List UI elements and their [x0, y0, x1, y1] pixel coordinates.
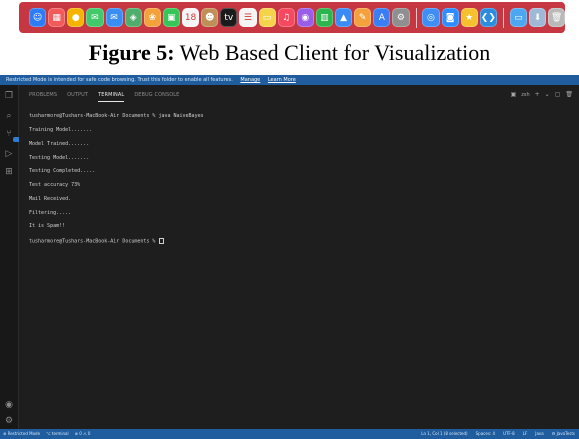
split-terminal-icon[interactable]: ▢	[555, 90, 561, 100]
mail-icon[interactable]: ✉	[105, 8, 123, 27]
account-icon[interactable]: ◉	[4, 400, 14, 410]
tab-problems[interactable]: PROBLEMS	[29, 90, 57, 102]
status-indentation[interactable]: Spaces: 4	[476, 429, 495, 439]
terminal-panel: PROBLEMS OUTPUT TERMINAL DEBUG CONSOLE ▣…	[19, 85, 579, 429]
status-language[interactable]: Java	[535, 429, 543, 439]
status-left: ⊗ Restricted Mode ⌥ terminal ⊗ 0 ⚠ 0	[3, 429, 90, 439]
terminal-line: Test accuracy 73%	[29, 182, 81, 189]
restricted-mode-banner: Restricted Mode is intended for safe cod…	[0, 75, 579, 85]
status-java-tests[interactable]: ⚙ JavaTests	[552, 429, 575, 439]
search-icon[interactable]: ⌕	[4, 111, 14, 121]
terminal-line: It is Spam!!	[29, 223, 66, 230]
terminal-dropdown-icon[interactable]: ⌄	[545, 90, 550, 100]
keynote-icon[interactable]: ▲	[335, 8, 353, 27]
status-terminal[interactable]: ⌥ terminal	[46, 429, 69, 439]
kill-terminal-icon[interactable]: 🗑	[565, 90, 573, 100]
zoom-icon[interactable]: ◙	[441, 8, 459, 27]
status-encoding[interactable]: UTF-8	[503, 429, 515, 439]
terminal-output[interactable]: tusharmore@Tushars-MacBook-Air Documents…	[29, 105, 569, 405]
new-terminal-button[interactable]: +	[535, 90, 540, 100]
contacts-icon[interactable]: ☻	[201, 8, 219, 27]
music-icon[interactable]: ♫	[277, 8, 295, 27]
system-settings-icon[interactable]: ⚙	[392, 8, 410, 27]
tab-terminal[interactable]: TERMINAL	[98, 90, 125, 102]
status-problems[interactable]: ⊗ 0 ⚠ 0	[75, 429, 91, 439]
dock: ☺ ▦ ● ✉ ✉ ◈ ❀ ▣ 18 ☻ tv ☰ ▭ ♫ ◉ ▥ ▲ ✎ A ⚙ ◎ ◙ ★ ❮❯ ▭ ⬇ 🗑	[19, 2, 566, 33]
safari-icon[interactable]: ◎	[422, 8, 440, 27]
pages-icon[interactable]: ✎	[354, 8, 372, 27]
dock-separator	[502, 7, 504, 28]
calendar-icon[interactable]: 18	[182, 8, 200, 27]
terminal-line: Mail Received.	[29, 195, 72, 202]
status-bar: ⊗ Restricted Mode ⌥ terminal ⊗ 0 ⚠ 0 Ln …	[0, 429, 579, 439]
explorer-icon[interactable]: ❐	[4, 91, 14, 101]
run-debug-icon[interactable]: ▷	[4, 149, 14, 159]
notes-icon[interactable]: ▭	[258, 8, 276, 27]
numbers-icon[interactable]: ▥	[315, 8, 333, 27]
status-right: Ln 1, Col 1 (8 selected) Spaces: 4 UTF-8…	[421, 429, 575, 439]
terminal-shell-label[interactable]: zsh	[521, 90, 529, 100]
terminal-line: Filtering.....	[29, 209, 72, 216]
messages-icon[interactable]: ✉	[86, 8, 104, 27]
folder-icon[interactable]: ▭	[509, 8, 527, 27]
learn-more-link[interactable]: Learn More	[268, 77, 296, 83]
dock-separator	[415, 7, 417, 28]
podcasts-icon[interactable]: ◉	[296, 8, 314, 27]
terminal-line: Testing Model.......	[29, 154, 90, 161]
terminal-shell-icon: ▣	[510, 91, 517, 98]
vscode-window: Restricted Mode is intended for safe cod…	[0, 75, 579, 439]
photos-icon[interactable]: ❀	[143, 8, 161, 27]
dock-area: ☺ ▦ ● ✉ ✉ ◈ ❀ ▣ 18 ☻ tv ☰ ▭ ♫ ◉ ▥ ▲ ✎ A ⚙ ◎ ◙ ★ ❮❯ ▭ ⬇ 🗑	[0, 0, 579, 36]
manage-gear-icon[interactable]: ⚙	[4, 416, 14, 426]
terminal-cursor	[159, 238, 165, 245]
status-cursor-position[interactable]: Ln 1, Col 1 (8 selected)	[421, 429, 467, 439]
trash-icon[interactable]: 🗑	[548, 8, 566, 27]
vscode-icon[interactable]: ❮❯	[479, 8, 497, 27]
terminal-prompt: tusharmore@Tushars-MacBook-Air Documents…	[29, 238, 159, 245]
panel-tabs: PROBLEMS OUTPUT TERMINAL DEBUG CONSOLE	[29, 90, 179, 102]
finder-icon[interactable]: ☺	[29, 8, 47, 27]
launchpad-icon[interactable]: ▦	[48, 8, 66, 27]
activity-bar: ❐ ⌕ ⑂ ▷ ⊞ ◉ ⚙	[0, 85, 20, 429]
panel-actions: ▣ zsh + ⌄ ▢ 🗑	[511, 90, 573, 100]
figure-caption-text: Web Based Client for Visualization	[174, 40, 491, 65]
status-restricted-mode[interactable]: ⊗ Restricted Mode	[3, 429, 40, 439]
terminal-line: Training Model.......	[29, 126, 93, 133]
figure-caption: Figure 5: Web Based Client for Visualiza…	[0, 40, 579, 66]
reminders-icon[interactable]: ☰	[239, 8, 257, 27]
maps-icon[interactable]: ◈	[124, 8, 142, 27]
page: ☺ ▦ ● ✉ ✉ ◈ ❀ ▣ 18 ☻ tv ☰ ▭ ♫ ◉ ▥ ▲ ✎ A ⚙ ◎ ◙ ★ ❮❯ ▭ ⬇ 🗑 Figure 5:…	[0, 0, 579, 439]
terminal-line: Testing Completed.....	[29, 168, 96, 175]
terminal-line: Model Trained.......	[29, 140, 90, 147]
restricted-banner-message: Restricted Mode is intended for safe cod…	[6, 77, 233, 83]
extensions-icon[interactable]: ⊞	[4, 167, 14, 177]
status-eol[interactable]: LF	[523, 429, 528, 439]
tab-output[interactable]: OUTPUT	[67, 90, 88, 102]
terminal-line: tusharmore@Tushars-MacBook-Air Documents…	[29, 113, 204, 120]
chrome-icon[interactable]: ●	[67, 8, 85, 27]
favorites-icon[interactable]: ★	[460, 8, 478, 27]
apple-tv-icon[interactable]: tv	[220, 8, 238, 27]
facetime-icon[interactable]: ▣	[162, 8, 180, 27]
terminal-prompt-line: tusharmore@Tushars-MacBook-Air Documents…	[29, 238, 569, 245]
manage-link[interactable]: Manage	[240, 77, 260, 83]
app-store-icon[interactable]: A	[373, 8, 391, 27]
source-control-icon[interactable]: ⑂	[4, 129, 20, 142]
downloads-icon[interactable]: ⬇	[528, 8, 547, 27]
figure-label: Figure 5:	[88, 40, 175, 65]
tab-debug-console[interactable]: DEBUG CONSOLE	[134, 90, 179, 102]
